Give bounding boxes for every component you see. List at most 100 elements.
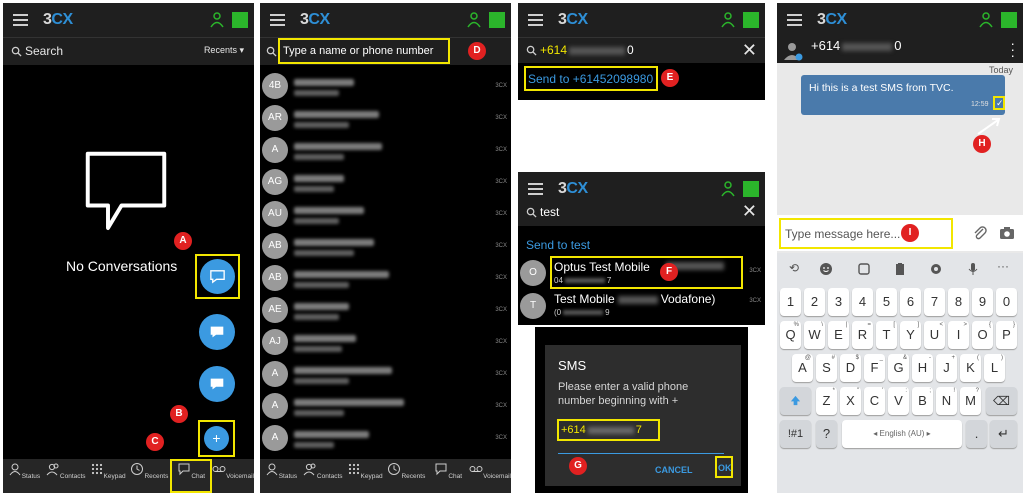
key[interactable]: V:: [888, 387, 909, 415]
key[interactable]: S #: [816, 354, 837, 382]
add-button[interactable]: +: [204, 426, 229, 451]
nav-keypad[interactable]: Keypad: [344, 459, 386, 493]
menu-icon[interactable]: [13, 14, 28, 26]
presence-icon[interactable]: [719, 180, 737, 198]
nav-recents[interactable]: Recents: [128, 459, 170, 493]
nav-chat[interactable]: Chat: [170, 459, 213, 493]
backspace-key[interactable]: ⌫: [986, 387, 1017, 415]
message-input[interactable]: Type message here...: [779, 218, 953, 249]
key[interactable]: I >: [948, 321, 969, 349]
key[interactable]: P}: [996, 321, 1017, 349]
search-input-value[interactable]: +614 0: [540, 43, 634, 57]
sticker-icon[interactable]: [857, 262, 871, 276]
enter-key[interactable]: ↵: [990, 420, 1017, 448]
nav-chat[interactable]: Chat: [427, 459, 469, 493]
contact-row[interactable]: A 3CX: [260, 393, 511, 425]
emoji-icon[interactable]: [819, 262, 833, 276]
presence-icon[interactable]: [719, 11, 737, 29]
translate-icon[interactable]: ⟲: [789, 261, 799, 275]
key[interactable]: Z *: [816, 387, 837, 415]
period-key[interactable]: .: [966, 420, 987, 448]
presence-icon[interactable]: [465, 11, 483, 29]
search-bar[interactable]: Search Recents ▾: [3, 37, 254, 65]
message-bubble[interactable]: Hi this is a test SMS from TVC. 12:59 ✓: [801, 75, 1005, 115]
contact-row[interactable]: AJ 3CX: [260, 329, 511, 361]
clear-icon[interactable]: ✕: [742, 40, 757, 61]
key[interactable]: 1: [780, 288, 801, 316]
key[interactable]: T[: [876, 321, 897, 349]
key[interactable]: B;: [912, 387, 933, 415]
contact-row[interactable]: AB 3CX: [260, 233, 511, 265]
nav-voicemail[interactable]: Voicemail: [212, 459, 254, 493]
key[interactable]: W \: [804, 321, 825, 349]
key[interactable]: Y]: [900, 321, 921, 349]
key[interactable]: 6: [900, 288, 921, 316]
nav-contacts[interactable]: Contacts: [302, 459, 344, 493]
camera-icon[interactable]: [999, 225, 1015, 241]
status-indicator[interactable]: [1001, 12, 1017, 28]
cancel-button[interactable]: CANCEL: [655, 465, 693, 475]
key[interactable]: C ': [864, 387, 885, 415]
new-group-chat-button[interactable]: [199, 366, 235, 402]
phone-number-input[interactable]: +614 7: [557, 419, 660, 441]
key[interactable]: L): [984, 354, 1005, 382]
status-indicator[interactable]: [743, 12, 759, 28]
send-to-text-link[interactable]: Send to test: [526, 238, 590, 252]
ok-button[interactable]: OK: [715, 456, 733, 478]
contact-row[interactable]: AB 3CX: [260, 265, 511, 297]
key[interactable]: N!: [936, 387, 957, 415]
key[interactable]: E |: [828, 321, 849, 349]
key[interactable]: A @: [792, 354, 813, 382]
more-options-icon[interactable]: · · ·: [1010, 36, 1015, 62]
comma-key[interactable]: ?: [816, 420, 837, 448]
key[interactable]: U <: [924, 321, 945, 349]
key[interactable]: K(: [960, 354, 981, 382]
key[interactable]: 3: [828, 288, 849, 316]
presence-icon[interactable]: [208, 11, 226, 29]
search-input-value[interactable]: test: [540, 205, 559, 219]
contact-row[interactable]: A 3CX: [260, 361, 511, 393]
key[interactable]: 9: [972, 288, 993, 316]
contact-row[interactable]: AU 3CX: [260, 201, 511, 233]
contact-row[interactable]: AG 3CX: [260, 169, 511, 201]
key[interactable]: M?: [960, 387, 981, 415]
key[interactable]: J +: [936, 354, 957, 382]
attach-icon[interactable]: [972, 225, 988, 241]
key[interactable]: Q%: [780, 321, 801, 349]
shift-key[interactable]: [780, 387, 811, 415]
microphone-icon[interactable]: [966, 262, 980, 276]
key[interactable]: 2: [804, 288, 825, 316]
space-key[interactable]: ◂ English (AU) ▸: [842, 420, 962, 448]
key[interactable]: G &: [888, 354, 909, 382]
key[interactable]: F _: [864, 354, 885, 382]
nav-keypad[interactable]: Keypad: [87, 459, 129, 493]
contact-row[interactable]: A 3CX: [260, 137, 511, 169]
contact-row[interactable]: AR 3CX: [260, 105, 511, 137]
key[interactable]: 0: [996, 288, 1017, 316]
symbols-key[interactable]: !#1: [780, 420, 811, 448]
presence-icon[interactable]: [977, 11, 995, 29]
key[interactable]: X ": [840, 387, 861, 415]
contact-row[interactable]: AE 3CX: [260, 297, 511, 329]
clipboard-icon[interactable]: [893, 262, 907, 276]
search-bar[interactable]: test ✕: [518, 200, 765, 226]
status-indicator[interactable]: [232, 12, 248, 28]
menu-icon[interactable]: [528, 14, 543, 26]
key[interactable]: O{: [972, 321, 993, 349]
nav-status[interactable]: Status: [3, 459, 45, 493]
search-bar[interactable]: +614 0 ✕: [518, 37, 765, 63]
key[interactable]: D $: [840, 354, 861, 382]
nav-status[interactable]: Status: [260, 459, 302, 493]
key[interactable]: 4: [852, 288, 873, 316]
key[interactable]: 5: [876, 288, 897, 316]
result-row[interactable]: T Test Mobile Vodafone) (0 9 3CX: [518, 290, 765, 322]
status-indicator[interactable]: [743, 181, 759, 197]
nav-recents[interactable]: Recents: [385, 459, 427, 493]
clear-icon[interactable]: ✕: [742, 201, 757, 222]
key[interactable]: H-: [912, 354, 933, 382]
new-chat-button[interactable]: [199, 314, 235, 350]
new-sms-button[interactable]: [200, 259, 235, 294]
contact-row[interactable]: A 3CX: [260, 425, 511, 457]
nav-voicemail[interactable]: Voicemail: [469, 459, 511, 493]
menu-icon[interactable]: [270, 14, 285, 26]
